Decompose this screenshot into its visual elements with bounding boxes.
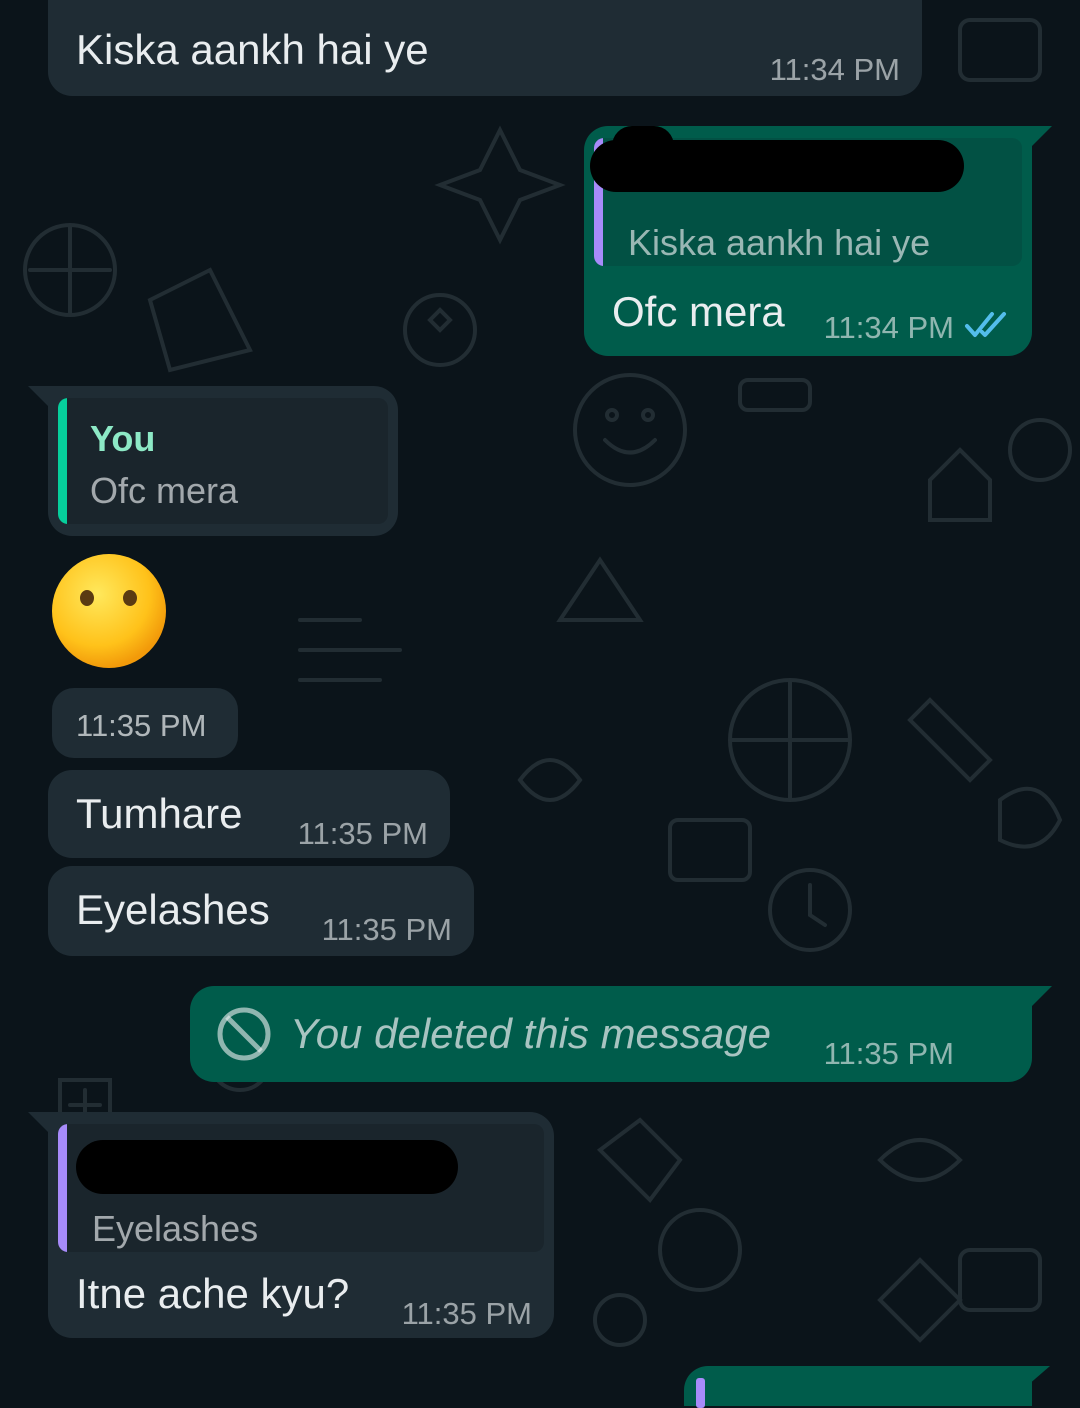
message-text: Kiska aankh hai ye bbox=[76, 26, 429, 73]
double-check-read-icon bbox=[965, 312, 1006, 337]
face-without-mouth-emoji bbox=[52, 554, 166, 668]
message-time: 11:34 PM bbox=[769, 52, 900, 87]
message-bubble-incoming[interactable]: Tumhare 11:35 PM bbox=[48, 770, 450, 858]
message-time: 11:35 PM bbox=[321, 912, 452, 947]
deleted-message-bubble[interactable]: You deleted this message 11:35 PM bbox=[190, 986, 1032, 1082]
emoji-time-badge: 11:35 PM bbox=[52, 688, 238, 758]
message-text: Ofc mera bbox=[612, 288, 785, 335]
redaction-scribble bbox=[76, 1140, 458, 1194]
quoted-author: You bbox=[90, 418, 156, 459]
bubble-tail bbox=[1020, 1366, 1050, 1392]
prohibited-icon bbox=[217, 1007, 271, 1061]
quote-bar bbox=[58, 1124, 67, 1252]
message-text: Eyelashes bbox=[76, 886, 270, 933]
quote-bar bbox=[696, 1378, 705, 1408]
message-bubble-outgoing-partial[interactable] bbox=[684, 1366, 1032, 1408]
message-time: 11:35 PM bbox=[76, 708, 207, 743]
message-text: Tumhare bbox=[76, 790, 243, 837]
message-bubble-incoming[interactable]: Kiska aankh hai ye 11:34 PM bbox=[48, 0, 922, 96]
message-bubble-incoming[interactable]: You Ofc mera bbox=[48, 386, 398, 536]
emoji-message[interactable] bbox=[50, 552, 168, 670]
deleted-message-text: You deleted this message bbox=[290, 1010, 771, 1057]
message-bubble-incoming[interactable]: Eyelashes 11:35 PM bbox=[48, 866, 474, 956]
quote-bar bbox=[58, 398, 67, 524]
message-time: 11:35 PM bbox=[297, 816, 428, 851]
message-time: 11:34 PM bbox=[823, 310, 954, 345]
redaction-scribble bbox=[612, 126, 674, 166]
message-time: 11:35 PM bbox=[401, 1296, 532, 1331]
message-bubble-outgoing[interactable]: Kiska aankh hai ye Ofc mera 11:34 PM bbox=[584, 126, 1032, 356]
quoted-message[interactable]: You Ofc mera bbox=[58, 398, 388, 524]
quoted-text: Ofc mera bbox=[90, 470, 239, 511]
quoted-text: Eyelashes bbox=[92, 1208, 259, 1249]
message-text: Itne ache kyu? bbox=[76, 1270, 350, 1317]
message-time: 11:35 PM bbox=[823, 1036, 954, 1071]
message-bubble-incoming[interactable]: Eyelashes Itne ache kyu? 11:35 PM bbox=[48, 1112, 554, 1338]
quoted-text: Kiska aankh hai ye bbox=[628, 222, 931, 263]
